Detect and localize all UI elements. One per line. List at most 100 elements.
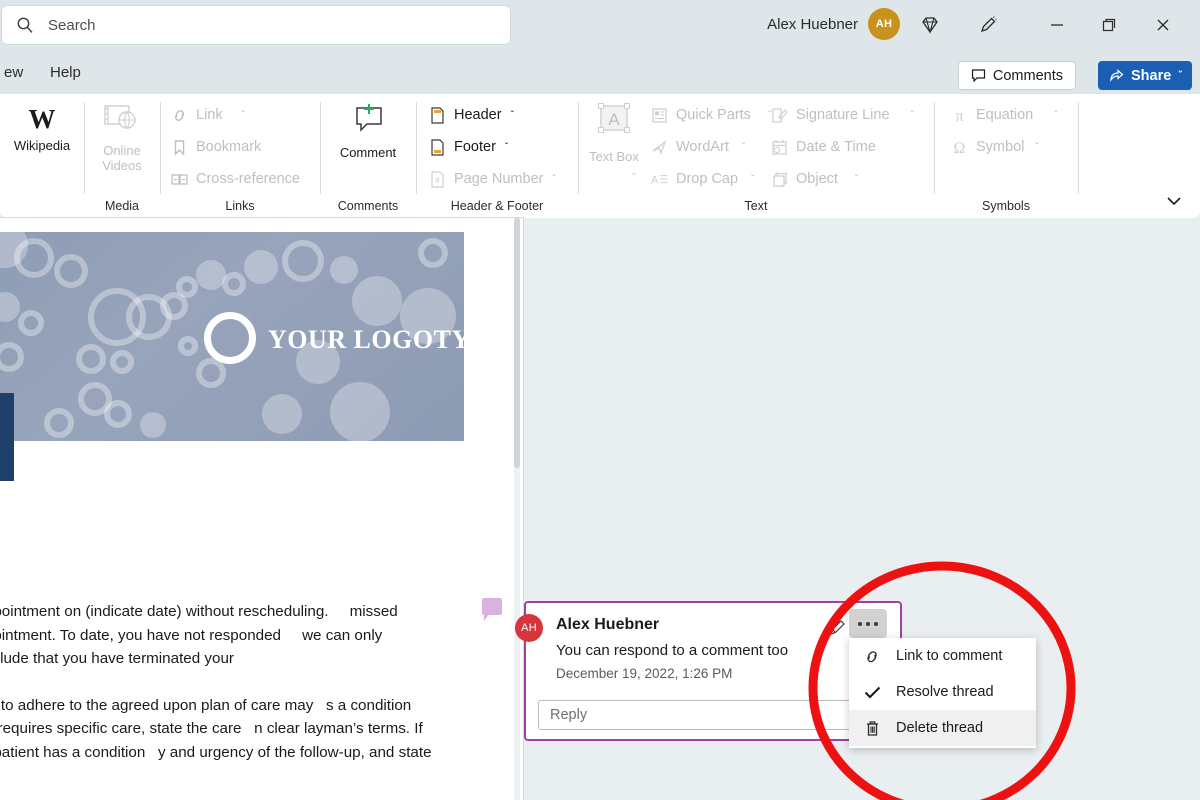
- ribbon-group-symbols: π Equation ˇ Ω Symbol ˇ Symbols: [934, 94, 1078, 218]
- symbol-button[interactable]: Ω Symbol ˇ: [950, 134, 1039, 160]
- signature-line-icon: [770, 106, 789, 125]
- comment-timestamp: December 19, 2022, 1:26 PM: [556, 666, 733, 681]
- object-icon: [770, 170, 789, 189]
- link-chain-icon: [863, 647, 882, 666]
- restore-icon[interactable]: [1086, 0, 1132, 50]
- chevron-down-icon: ˇ: [741, 141, 746, 153]
- menu-item-delete-thread[interactable]: Delete thread: [849, 710, 1036, 746]
- cross-reference-icon: [170, 170, 189, 189]
- document-workspace: YOUR LOGOTYPE appointment on (indicate d…: [0, 218, 1200, 800]
- diamond-icon[interactable]: [912, 8, 948, 42]
- drop-cap-icon: A: [650, 170, 669, 189]
- footer-label: Footer: [454, 139, 496, 155]
- checkmark-icon: [863, 683, 882, 702]
- comments-button[interactable]: Comments: [957, 61, 1076, 90]
- object-label: Object: [796, 171, 838, 187]
- page-number-button[interactable]: # Page Number ˇ: [428, 166, 556, 192]
- bookmark-icon: [170, 138, 189, 157]
- pen-icon[interactable]: [970, 8, 1006, 42]
- trash-icon: [863, 719, 882, 738]
- chevron-down-icon: ˇ: [241, 109, 245, 121]
- online-videos-button[interactable]: Online Videos: [86, 102, 158, 174]
- ribbon: W Wikipedia Online Videos Media Link ˇ B…: [0, 94, 1200, 218]
- date-time-button[interactable]: Date & Time: [770, 134, 876, 160]
- pi-icon: π: [950, 106, 969, 125]
- comment-button[interactable]: Comment: [332, 102, 404, 161]
- cross-reference-button[interactable]: Cross-reference: [170, 166, 300, 192]
- date-time-label: Date & Time: [796, 139, 876, 155]
- symbol-label: Symbol: [976, 139, 1025, 155]
- new-comment-icon: [348, 102, 388, 143]
- menu-item-label: Delete thread: [896, 720, 984, 736]
- footer-icon: [428, 138, 447, 157]
- footer-button[interactable]: Footer ˇ: [428, 134, 508, 160]
- menu-item-resolve-thread[interactable]: Resolve thread: [849, 674, 1036, 710]
- document-body-text[interactable]: appointment on (indicate date) without r…: [0, 600, 438, 800]
- chevron-down-icon: ˇ: [910, 109, 914, 121]
- text-box-button[interactable]: A Text Box: [582, 102, 646, 165]
- close-icon[interactable]: [1140, 0, 1186, 50]
- link-icon: [170, 106, 189, 125]
- ribbon-group-comments: Comment Comments: [320, 94, 416, 218]
- word-app-window: Search Alex Huebner AH ew Help Comments: [0, 0, 1200, 800]
- ribbon-group-links: Link ˇ Bookmark Cross-reference Links: [160, 94, 320, 218]
- search-icon: [16, 16, 34, 34]
- share-button[interactable]: Share ˇ: [1098, 61, 1192, 90]
- wikipedia-label: Wikipedia: [13, 138, 71, 153]
- account-area[interactable]: Alex Huebner AH: [767, 8, 900, 40]
- wikipedia-button[interactable]: W Wikipedia: [6, 102, 78, 154]
- reply-placeholder: Reply: [550, 707, 588, 723]
- wikipedia-icon: W: [28, 104, 56, 134]
- user-name: Alex Huebner: [767, 15, 858, 33]
- wordart-label: WordArt: [676, 139, 729, 155]
- divider: [1078, 102, 1079, 194]
- collapse-ribbon-button[interactable]: [1162, 190, 1186, 212]
- ribbon-group-label-comments: Comments: [337, 199, 399, 213]
- avatar[interactable]: AH: [868, 8, 900, 40]
- comment-card[interactable]: AH Alex Huebner You can respond to a com…: [515, 601, 902, 741]
- comment-context-menu: Link to comment Resolve thread Delete th…: [849, 638, 1036, 748]
- document-page[interactable]: YOUR LOGOTYPE appointment on (indicate d…: [0, 218, 523, 800]
- menu-item-link-to-comment[interactable]: Link to comment: [849, 638, 1036, 674]
- ribbon-group-label-header-footer: Header & Footer: [450, 199, 544, 213]
- link-label: Link: [196, 107, 223, 123]
- object-button[interactable]: Object ˇ: [770, 166, 858, 192]
- link-button[interactable]: Link ˇ: [170, 102, 245, 128]
- text-box-icon: A: [590, 102, 638, 147]
- chevron-down-icon[interactable]: ˇ: [632, 172, 636, 184]
- comment-thread-icon[interactable]: [482, 598, 502, 621]
- header-button[interactable]: Header ˇ: [428, 102, 514, 128]
- date-time-icon: [770, 138, 789, 157]
- ribbon-group-label-text: Text: [744, 199, 768, 213]
- search-input[interactable]: Search: [2, 6, 510, 44]
- document-side-accent-bar: [0, 393, 14, 481]
- search-placeholder: Search: [48, 16, 96, 34]
- chevron-down-icon: ˇ: [1054, 109, 1058, 121]
- page-scrollbar-thumb[interactable]: [514, 218, 520, 468]
- drop-cap-button[interactable]: A Drop Cap ˇ: [650, 166, 755, 192]
- cross-reference-label: Cross-reference: [196, 171, 300, 187]
- svg-text:A: A: [608, 110, 620, 129]
- svg-text:Ω: Ω: [954, 140, 966, 157]
- equation-button[interactable]: π Equation ˇ: [950, 102, 1058, 128]
- tab-help[interactable]: Help: [38, 50, 93, 94]
- chevron-down-icon: ˇ: [854, 173, 859, 185]
- page-scrollbar[interactable]: [514, 218, 520, 800]
- chevron-down-icon: ˇ: [1035, 141, 1039, 153]
- ribbon-group-label-media: Media: [104, 199, 140, 213]
- pencil-edit-icon[interactable]: [826, 615, 850, 639]
- online-videos-label: Online Videos: [102, 143, 142, 173]
- reply-input[interactable]: Reply: [538, 700, 890, 730]
- more-dot: [866, 621, 870, 626]
- comment-bubble-icon: [971, 69, 985, 83]
- minimize-icon[interactable]: [1034, 0, 1080, 50]
- chevron-down-icon: ˇ: [504, 141, 509, 153]
- more-options-button[interactable]: [849, 609, 887, 638]
- ring-logo-icon: [204, 312, 256, 364]
- wordart-button[interactable]: WordArt ˇ: [650, 134, 745, 160]
- signature-line-button[interactable]: Signature Line ˇ: [770, 102, 914, 128]
- bookmark-button[interactable]: Bookmark: [170, 134, 261, 160]
- tab-view[interactable]: ew: [0, 50, 35, 94]
- quick-parts-button[interactable]: Quick Parts ˇ: [650, 102, 771, 128]
- quick-parts-label: Quick Parts: [676, 107, 751, 123]
